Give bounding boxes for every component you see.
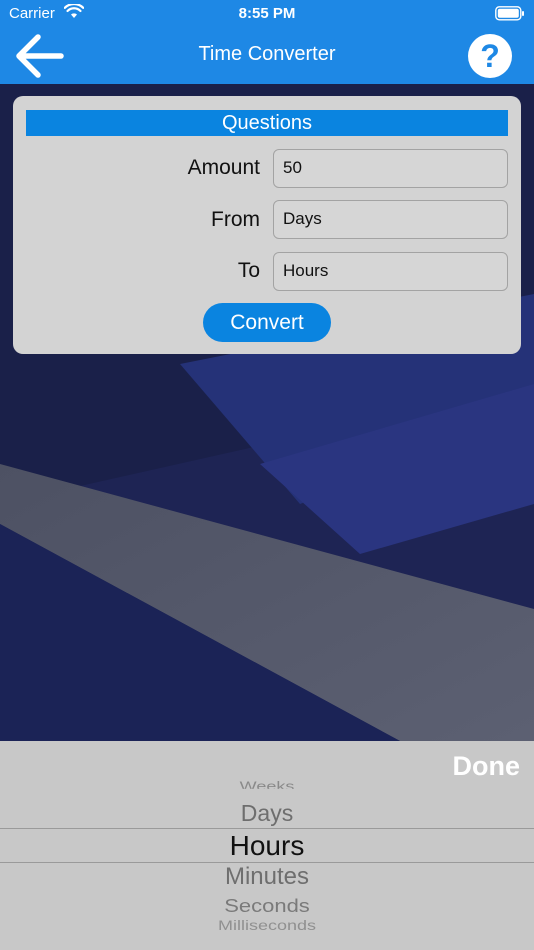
amount-label: Amount [187,156,260,179]
unit-picker[interactable]: Done Weeks Days Hours Minutes Seconds Mi… [0,741,534,950]
from-field[interactable]: Days [273,200,508,239]
status-bar: Carrier 8:55 PM [0,0,534,28]
nav-bar: Carrier 8:55 PM Time Converter ? [0,0,534,84]
picker-selection-top-line [0,828,534,829]
done-button[interactable]: Done [453,751,521,782]
to-field[interactable]: Hours [273,252,508,291]
convert-button[interactable]: Convert [203,303,331,342]
question-mark-icon: ? [480,38,500,74]
picker-item-milliseconds[interactable]: Milliseconds [0,918,534,930]
page-title: Time Converter [198,43,336,65]
picker-item-hours[interactable]: Hours [0,830,534,862]
battery-icon [495,6,524,21]
to-label: To [237,259,260,282]
picker-item-weeks[interactable]: Weeks [0,779,534,789]
help-button[interactable]: ? [468,34,512,78]
from-label: From [211,208,260,231]
picker-item-minutes[interactable]: Minutes [0,863,534,891]
card-header: Questions [26,110,508,136]
amount-field[interactable]: 50 [273,149,508,188]
picker-item-days[interactable]: Days [0,800,534,827]
picker-item-seconds[interactable]: Seconds [0,895,534,917]
clock: 8:55 PM [238,5,296,22]
